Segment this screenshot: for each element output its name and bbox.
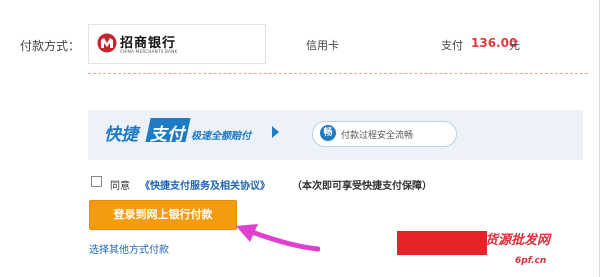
watermark-logo: 货源批发网	[485, 233, 551, 248]
card-type: 信用卡	[306, 39, 339, 52]
bank-selector[interactable]: 招商银行 CHINA MERCHANTS BANK	[88, 24, 266, 64]
divider	[88, 73, 588, 74]
express-title: 快捷	[104, 125, 138, 145]
payment-method-label: 付款方式：	[20, 39, 81, 53]
watermark-bar	[397, 231, 487, 255]
agree-label: 同意	[110, 181, 130, 192]
pointer-arrow-icon	[236, 224, 320, 252]
cmb-logo-icon	[97, 33, 117, 53]
login-bank-pay-button[interactable]: 登录到网上银行付款	[89, 200, 237, 230]
agreement-link[interactable]: 《快捷支付服务及相关协议》	[140, 177, 270, 192]
agreement-note: （本次即可享受快捷支付保障）	[292, 181, 432, 192]
smooth-icon: 畅	[320, 125, 336, 141]
express-subtitle: 极速全额赔付	[191, 131, 251, 142]
amount-label: 支付	[441, 39, 463, 52]
other-payment-link[interactable]: 选择其他方式付款	[89, 241, 169, 256]
security-flow-text: 付款过程安全流畅	[341, 131, 414, 141]
bank-name-english: CHINA MERCHANTS BANK	[120, 49, 178, 54]
express-title-highlight: 支付	[150, 125, 184, 145]
agree-checkbox[interactable]	[91, 176, 102, 187]
amount-unit: 元	[509, 39, 520, 52]
arrow-right-icon	[272, 126, 279, 138]
watermark-url: 6pf.cn	[515, 256, 547, 266]
